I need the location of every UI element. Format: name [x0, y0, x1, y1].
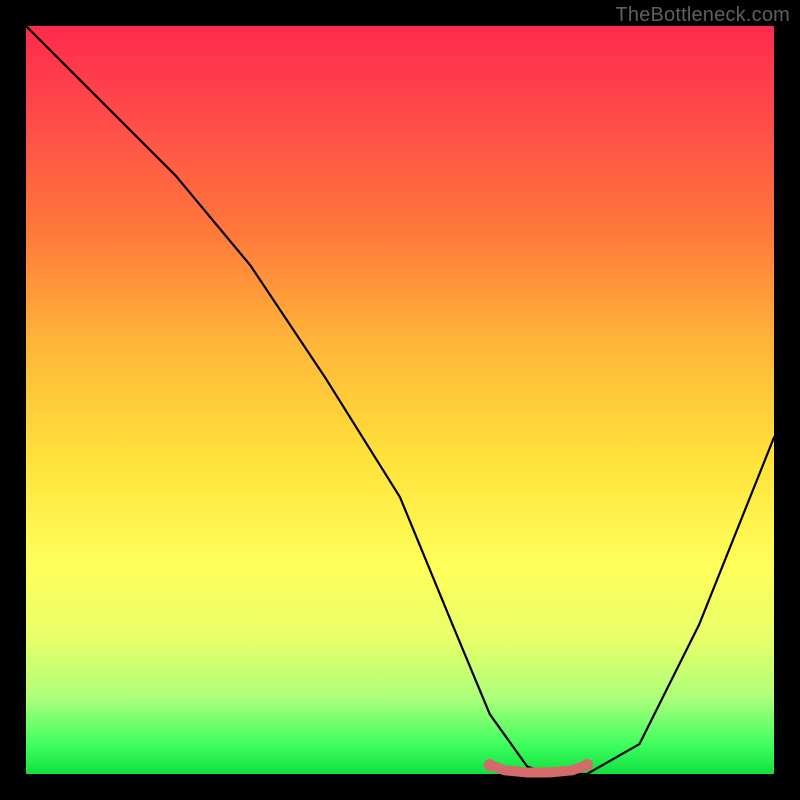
- trough-end-dot: [581, 759, 593, 771]
- plot-area: [26, 26, 774, 774]
- trough-highlight: [490, 765, 587, 773]
- trough-end-dot: [484, 759, 496, 771]
- curve-layer: [26, 26, 774, 774]
- chart-frame: TheBottleneck.com: [0, 0, 800, 800]
- watermark-text: TheBottleneck.com: [615, 4, 790, 27]
- main-curve: [26, 26, 774, 774]
